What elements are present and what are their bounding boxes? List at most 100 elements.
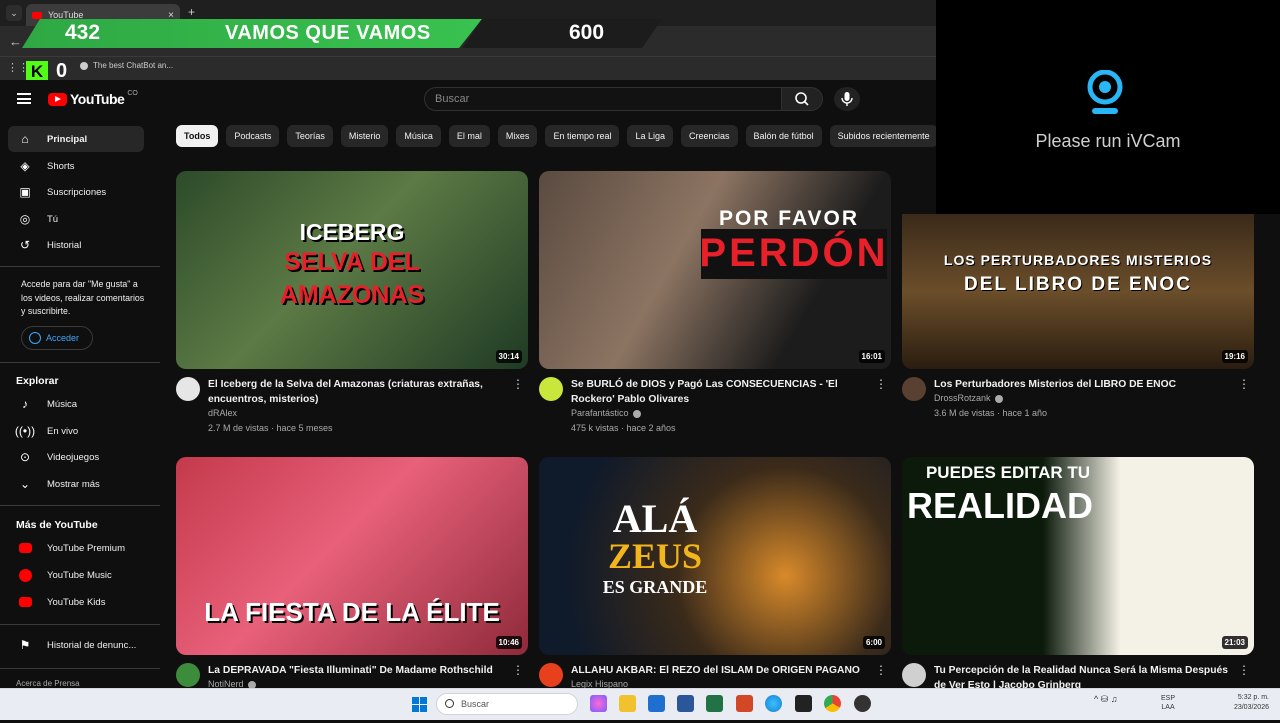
video-meta: 3.6 M de vistas · hace 1 año (934, 408, 1048, 418)
bookmark-chatbot[interactable]: The best ChatBot an... (80, 61, 173, 70)
sidebar-item-principal[interactable]: ⌂ Principal (8, 126, 144, 152)
video-title[interactable]: ALLAHU AKBAR: El REZO del ISLAM De ORIGE… (571, 663, 871, 678)
chip-la-liga[interactable]: La Liga (627, 125, 673, 147)
signin-button[interactable]: Acceder (21, 326, 93, 350)
obs-icon[interactable] (854, 695, 871, 712)
windows-start-icon[interactable] (412, 697, 427, 712)
sidebar-item-label: Principal (47, 133, 88, 145)
system-tray[interactable]: ^ ⛁ ♫ (1094, 694, 1118, 705)
file-explorer-icon[interactable] (619, 695, 636, 712)
chip-misterio[interactable]: Misterio (340, 125, 389, 147)
sidebar-item-youtube-kids[interactable]: YouTube Kids (8, 589, 144, 615)
chip-mixes[interactable]: Mixes (497, 125, 538, 147)
taskbar-search[interactable]: Buscar (436, 693, 578, 715)
shorts-icon: ◈ (20, 159, 30, 173)
channel-avatar[interactable] (902, 663, 926, 687)
youtube-logo[interactable]: YouTube CO (48, 90, 138, 107)
store-icon[interactable] (648, 695, 665, 712)
video-title[interactable]: El Iceberg de la Selva del Amazonas (cri… (208, 377, 508, 407)
video-thumbnail[interactable]: LOS PERTURBADORES MISTERIOS DEL LIBRO DE… (902, 214, 1254, 369)
signin-note: Accede para dar "Me gusta" a los videos,… (21, 279, 145, 316)
youtube-kids-icon (18, 595, 32, 609)
taskbar-clock[interactable]: 5:32 p. m. 23/03/2026 (1229, 693, 1269, 713)
video-title[interactable]: La DEPRAVADA "Fiesta Illuminati" De Mada… (208, 663, 508, 678)
chevron-down-icon: ⌄ (19, 477, 31, 491)
sidebar-item-videojuegos[interactable]: ⊙ Videojuegos (8, 444, 144, 470)
channel-name[interactable]: DrossRotzank (934, 393, 1003, 403)
channel-avatar[interactable] (902, 377, 926, 401)
webcam-message: Please run iVCam (1035, 131, 1181, 151)
chip-balon-de-futbol[interactable]: Balón de fútbol (745, 125, 822, 147)
channel-avatar[interactable] (539, 377, 563, 401)
powerpoint-icon[interactable] (736, 695, 753, 712)
chip-podcasts[interactable]: Podcasts (226, 125, 280, 147)
sidebar-footer-links[interactable]: Acerca de Prensa (16, 679, 80, 688)
chip-teorias[interactable]: Teorías (287, 125, 333, 147)
more-options-icon[interactable]: ⋮ (1238, 377, 1250, 391)
sidebar-item-musica[interactable]: ♪ Música (8, 391, 144, 417)
you-icon: ◎ (19, 212, 31, 226)
word-icon[interactable] (677, 695, 694, 712)
search-icon (795, 92, 809, 106)
search-input[interactable]: Buscar (424, 87, 782, 111)
sidebar-item-mostrar-mas[interactable]: ⌄ Mostrar más (8, 471, 144, 497)
youtube-premium-icon (18, 541, 32, 555)
thumbnail-text: ICEBERG (299, 219, 405, 245)
more-options-icon[interactable]: ⋮ (875, 377, 887, 391)
sidebar-item-report-history[interactable]: ⚑ Historial de denunc... (8, 632, 144, 658)
sidebar-item-label: Historial (47, 239, 82, 251)
chip-en-tiempo-real[interactable]: En tiempo real (545, 125, 620, 147)
thumbnail-text: LOS PERTURBADORES MISTERIOS (943, 252, 1213, 268)
sidebar-item-youtube-premium[interactable]: YouTube Premium (8, 535, 144, 561)
more-options-icon[interactable]: ⋮ (1238, 663, 1250, 677)
edge-icon[interactable] (765, 695, 782, 712)
sidebar-item-en-vivo[interactable]: ((•)) En vivo (8, 418, 144, 444)
app-icon[interactable] (795, 695, 812, 712)
thumbnail-text: REALIDAD (907, 485, 1093, 526)
channel-avatar[interactable] (176, 377, 200, 401)
search-button[interactable] (781, 87, 823, 111)
sidebar-item-label: YouTube Music (47, 569, 112, 581)
tab-search-button[interactable]: ⌄ (6, 5, 22, 21)
sidebar-item-suscripciones[interactable]: ▣ Suscripciones (8, 179, 144, 205)
video-thumbnail[interactable]: POR FAVOR PERDÓN 16:01 (539, 171, 891, 369)
channel-avatar[interactable] (539, 663, 563, 687)
chip-el-mal[interactable]: El mal (448, 125, 490, 147)
webcam-panel: Please run iVCam (936, 0, 1280, 214)
back-arrow-icon[interactable]: ← (9, 34, 22, 49)
menu-icon[interactable] (17, 93, 31, 104)
live-icon: ((•)) (14, 424, 36, 438)
more-options-icon[interactable]: ⋮ (512, 377, 524, 391)
video-title[interactable]: Los Perturbadores Misterios del LIBRO DE… (934, 377, 1234, 392)
chip-creencias[interactable]: Creencias (681, 125, 738, 147)
sidebar-item-shorts[interactable]: ◈ Shorts (8, 153, 144, 179)
new-tab-button[interactable]: + (188, 5, 195, 19)
sidebar-item-historial[interactable]: ↺ Historial (8, 232, 144, 258)
channel-name[interactable]: Parafantástico (571, 408, 641, 418)
chip-subidos-recientemente[interactable]: Subidos recientemente (829, 125, 936, 147)
video-info: Se BURLÓ de DIOS y Pagó Las CONSECUENCIA… (539, 377, 891, 437)
video-thumbnail[interactable]: ICEBERG SELVA DEL AMAZONAS 30:14 (176, 171, 528, 369)
subscriptions-icon: ▣ (19, 185, 31, 199)
chip-todos[interactable]: Todos (176, 125, 219, 147)
voice-search-button[interactable] (834, 87, 860, 111)
more-options-icon[interactable]: ⋮ (512, 663, 524, 677)
channel-avatar[interactable] (176, 663, 200, 687)
copilot-icon[interactable] (590, 695, 607, 712)
sidebar-item-tu[interactable]: ◎ Tú (8, 206, 144, 232)
chip-musica[interactable]: Música (396, 125, 441, 147)
video-thumbnail[interactable]: ALÁ ZEUS ES GRANDE 6:00 (539, 457, 891, 655)
video-thumbnail[interactable]: PUEDES EDITAR TU REALIDAD 21:03 (902, 457, 1254, 655)
excel-icon[interactable] (706, 695, 723, 712)
video-duration: 19:16 (1221, 350, 1248, 363)
channel-name[interactable]: dRAlex (208, 408, 237, 418)
more-options-icon[interactable]: ⋮ (875, 663, 887, 677)
language-indicator[interactable]: ESP LAA (1161, 694, 1175, 712)
sidebar-item-youtube-music[interactable]: YouTube Music (8, 562, 144, 588)
microphone-icon (841, 92, 853, 106)
sidebar-item-label: Tú (47, 213, 59, 225)
video-thumbnail[interactable]: LA FIESTA DE LA ÉLITE 10:46 (176, 457, 528, 655)
sidebar-item-label: En vivo (47, 425, 79, 437)
chrome-icon[interactable] (824, 695, 841, 712)
video-title[interactable]: Se BURLÓ de DIOS y Pagó Las CONSECUENCIA… (571, 377, 871, 407)
